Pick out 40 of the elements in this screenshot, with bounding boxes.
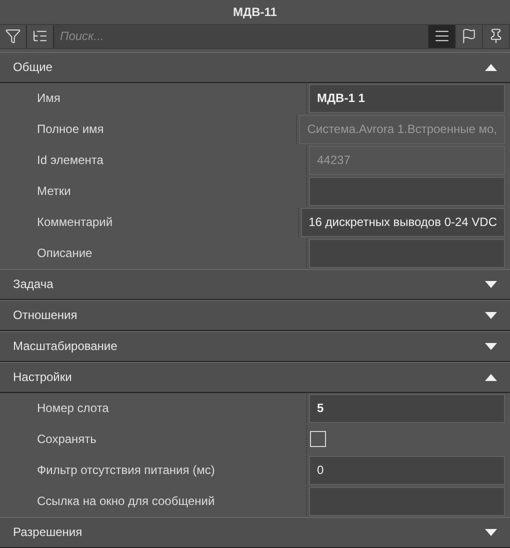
expand-triangle-icon — [485, 342, 497, 350]
section-header[interactable]: Отношения — [0, 300, 510, 331]
property-label: Описание — [37, 245, 92, 262]
checkbox[interactable] — [310, 431, 326, 448]
property-label: Полное имя — [37, 121, 104, 138]
section-header[interactable]: Задача — [0, 268, 510, 300]
list-view-button[interactable] — [429, 24, 456, 48]
flag-view-button[interactable] — [456, 24, 483, 48]
property-label: Метки — [37, 183, 71, 200]
section-header[interactable]: Настройки — [0, 362, 510, 393]
flag-icon — [461, 28, 477, 44]
section-header[interactable]: Разрешения — [0, 516, 510, 548]
filter-icon — [5, 28, 21, 44]
window-title: МДВ-11 — [233, 4, 277, 21]
property-label: Id элемента — [37, 152, 104, 170]
section-header[interactable]: Масштабирование — [0, 330, 510, 362]
value-field[interactable]: 5 — [309, 394, 505, 423]
hierarchy-button[interactable] — [27, 24, 54, 48]
value-field[interactable]: 0 — [309, 456, 505, 485]
value-field[interactable] — [309, 486, 505, 516]
value-field[interactable] — [309, 238, 505, 268]
property-label: Ссылка на окно для сообщений — [37, 493, 215, 510]
value-field[interactable]: 16 дискретных выводов 0-24 VDC — [300, 208, 505, 237]
property-label: Комментарий — [37, 214, 113, 232]
property-label: Имя — [37, 90, 60, 108]
expand-triangle-icon — [485, 312, 497, 319]
sort-filter-button[interactable] — [0, 24, 27, 48]
search-field[interactable]: Поиск... — [54, 24, 429, 48]
value-field[interactable]: МДВ-1 1 — [309, 84, 505, 113]
property-label: Фильтр отсутствия питания (мс) — [37, 462, 215, 480]
collapse-triangle-icon — [485, 64, 497, 71]
section-header[interactable]: Общие — [0, 52, 510, 83]
property-label: Номер слота — [37, 400, 109, 418]
collapse-triangle-icon — [485, 374, 497, 381]
pin-view-button[interactable] — [483, 24, 510, 48]
pin-icon — [488, 28, 504, 44]
expand-triangle-icon — [485, 280, 497, 288]
property-label: Сохранять — [37, 431, 96, 448]
value-field[interactable] — [309, 176, 505, 206]
expand-triangle-icon — [485, 528, 497, 536]
